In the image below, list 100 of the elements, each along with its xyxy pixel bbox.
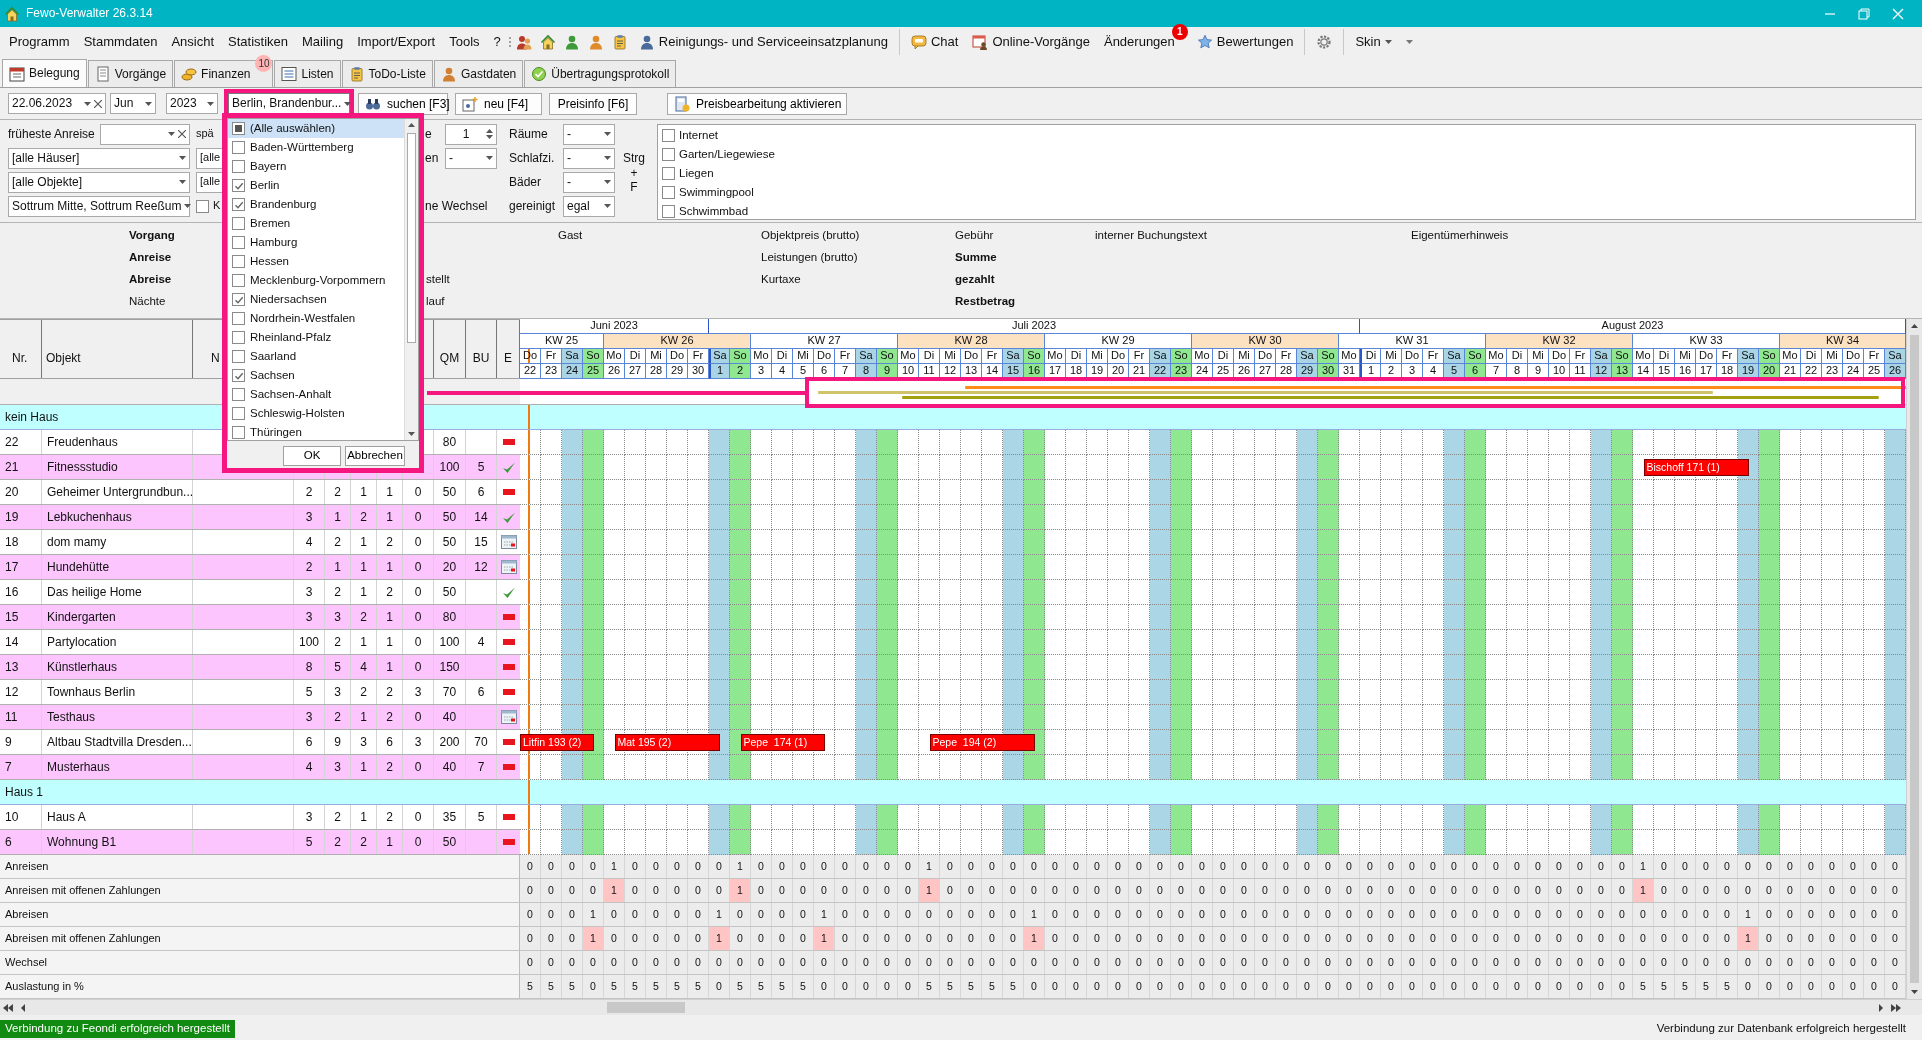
field-label: en xyxy=(425,150,440,166)
table-cell: 3 xyxy=(414,684,422,700)
table-cell: 6 xyxy=(477,684,485,700)
table-cell: 0 xyxy=(1129,927,1150,950)
table-cell: 0 xyxy=(1549,927,1570,950)
table-cell: 0 xyxy=(898,951,919,974)
table-cell: 0 xyxy=(1318,879,1339,902)
weekday-header: Do xyxy=(1549,349,1570,364)
checkbox-label: Liegen xyxy=(679,166,714,181)
table-cell: 0 xyxy=(1528,951,1549,974)
table-cell: 0 xyxy=(1003,903,1024,926)
table-cell: 0 xyxy=(1507,951,1528,974)
table-cell: 0 xyxy=(1612,879,1633,902)
list-item-label: Baden-Württemberg xyxy=(250,140,354,155)
week-header: KW 26 xyxy=(604,334,751,349)
table-cell: 16 xyxy=(5,584,19,600)
weekday-header: Fr xyxy=(982,349,1003,364)
week-header: KW 27 xyxy=(751,334,898,349)
table-cell: 0 xyxy=(1045,927,1066,950)
table-cell: 0 xyxy=(1255,951,1276,974)
table-cell: 0 xyxy=(1255,855,1276,878)
table-cell: Wohnung B1 xyxy=(47,834,117,850)
week-header: KW 32 xyxy=(1486,334,1633,349)
table-cell: 1 xyxy=(334,509,341,525)
table-cell: 0 xyxy=(1297,879,1318,902)
table-cell: 0 xyxy=(1801,879,1822,902)
table-cell: Lebkuchenhaus xyxy=(47,509,132,525)
table-cell: 0 xyxy=(414,634,422,650)
table-cell: 0 xyxy=(1696,903,1717,926)
table-cell: 0 xyxy=(1822,975,1843,998)
table-cell: 0 xyxy=(919,903,940,926)
table-cell: 0 xyxy=(898,975,919,998)
table-cell: 0 xyxy=(1150,951,1171,974)
table-cell: 22 xyxy=(5,434,19,450)
table-cell: 5 xyxy=(520,975,541,998)
week-header: KW 33 xyxy=(1633,334,1780,349)
table-cell: 0 xyxy=(1087,855,1108,878)
table-cell: 0 xyxy=(814,879,835,902)
table-cell: 0 xyxy=(583,855,604,878)
table-cell: 0 xyxy=(1654,879,1675,902)
table-cell: 0 xyxy=(1465,855,1486,878)
table-cell: 0 xyxy=(688,879,709,902)
table-cell: 0 xyxy=(1087,951,1108,974)
table-cell: Freudenhaus xyxy=(47,434,118,450)
table-cell: 0 xyxy=(1045,903,1066,926)
checkbox-label: Garten/Liegewiese xyxy=(679,147,775,162)
week-header: KW 25 xyxy=(520,334,604,349)
weekday-header: So xyxy=(1024,349,1045,364)
weekday-header: Di xyxy=(1654,349,1675,364)
field-label: früheste Anreise xyxy=(8,126,96,142)
table-cell: 0 xyxy=(1066,951,1087,974)
table-cell: 0 xyxy=(1864,927,1885,950)
info-label: lauf xyxy=(426,295,445,309)
table-cell: 0 xyxy=(1444,855,1465,878)
table-cell: 0 xyxy=(709,975,730,998)
table-cell: 0 xyxy=(1171,927,1192,950)
checkbox-label: K xyxy=(213,199,221,213)
table-cell: 20 xyxy=(442,559,457,575)
status-message: Verbindung zur Datenbank erfolgreich hergestellt xyxy=(1656,1022,1907,1036)
table-cell: 50 xyxy=(442,584,457,600)
table-cell: 2 xyxy=(334,484,341,500)
table-cell: 0 xyxy=(562,951,583,974)
table-cell: Künstlerhaus xyxy=(47,659,118,675)
table-cell: 0 xyxy=(1045,951,1066,974)
table-cell: Hundehütte xyxy=(47,559,110,575)
table-cell: 1 xyxy=(1024,903,1045,926)
table-cell: Fitnessstudio xyxy=(47,459,118,475)
weekday-header: Fr xyxy=(835,349,856,364)
table-cell: 0 xyxy=(1780,903,1801,926)
weekday-header: Sa xyxy=(1150,349,1171,364)
list-item-label: Bayern xyxy=(250,159,287,174)
table-cell: 0 xyxy=(1507,975,1528,998)
table-cell: 0 xyxy=(940,903,961,926)
week-header: KW 29 xyxy=(1045,334,1192,349)
table-cell: 0 xyxy=(414,484,422,500)
table-cell: 0 xyxy=(1150,975,1171,998)
info-label: Gebühr xyxy=(955,229,994,243)
info-label: Objektpreis (brutto) xyxy=(761,229,860,243)
date-header: 3 xyxy=(751,364,772,379)
weekday-header: Do xyxy=(1402,349,1423,364)
table-cell: 0 xyxy=(751,855,772,878)
table-cell: 0 xyxy=(1129,855,1150,878)
weekday-header: Do xyxy=(1255,349,1276,364)
table-cell: 0 xyxy=(1612,903,1633,926)
table-cell: 0 xyxy=(1486,975,1507,998)
table-cell: 70 xyxy=(474,734,488,750)
table-cell: 0 xyxy=(1423,927,1444,950)
table-cell: 0 xyxy=(1591,975,1612,998)
table-cell: 0 xyxy=(1066,975,1087,998)
weekday-header: Mi xyxy=(1234,349,1255,364)
table-cell: 0 xyxy=(772,951,793,974)
table-cell: 0 xyxy=(1465,927,1486,950)
table-cell: 0 xyxy=(1822,879,1843,902)
table-cell: 0 xyxy=(772,903,793,926)
table-cell: 0 xyxy=(604,951,625,974)
table-cell: 0 xyxy=(1528,927,1549,950)
table-cell: 0 xyxy=(541,855,562,878)
table-cell: 0 xyxy=(520,927,541,950)
table-cell: 0 xyxy=(1108,903,1129,926)
table-cell: 0 xyxy=(793,927,814,950)
